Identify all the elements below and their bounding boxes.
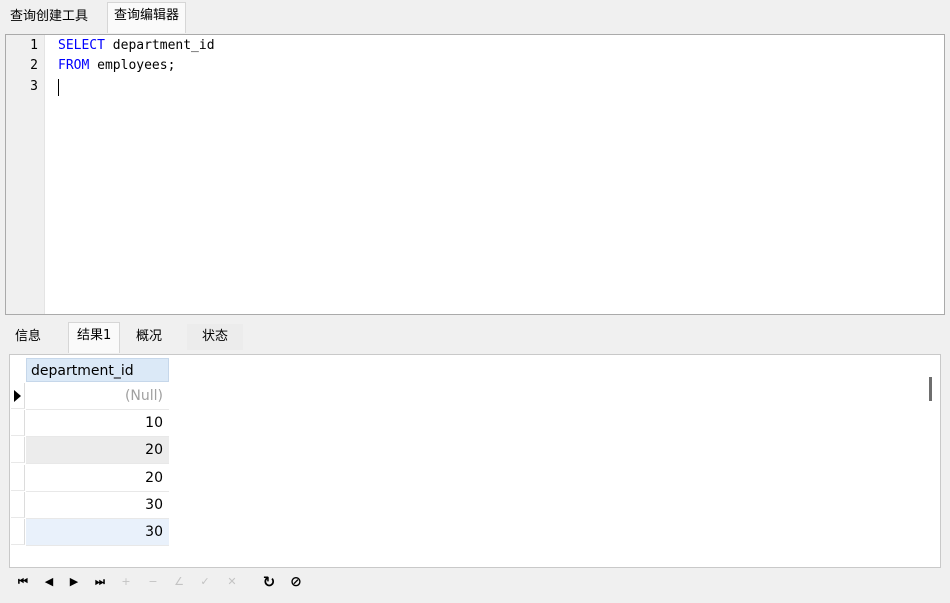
sql-keyword: FROM: [58, 58, 90, 73]
text-caret: [58, 79, 59, 96]
column-header-department-id[interactable]: department_id: [26, 358, 169, 382]
grid-cell[interactable]: 10: [26, 410, 169, 437]
refresh-icon[interactable]: ↻: [259, 572, 279, 592]
tab-info[interactable]: 信息: [7, 324, 49, 350]
edit-record-icon[interactable]: ∠: [169, 572, 189, 592]
next-record-icon[interactable]: ▶: [64, 572, 84, 592]
row-indicator[interactable]: [11, 492, 25, 518]
row-indicator[interactable]: [11, 519, 25, 545]
tab-result-1[interactable]: 结果1: [68, 322, 121, 353]
row-indicator[interactable]: [11, 465, 25, 491]
tab-status[interactable]: 状态: [187, 324, 243, 350]
cancel-icon[interactable]: ✕: [222, 572, 242, 592]
record-navigation-bar: ⏮ ◀ ▶ ⏭ + − ∠ ✓ ✕ ↻ ⊘: [9, 568, 941, 596]
grid-cell[interactable]: 20: [26, 437, 169, 464]
stop-icon[interactable]: ⊘: [286, 572, 306, 592]
sql-text: department_id: [104, 38, 215, 53]
prev-record-icon[interactable]: ◀: [39, 572, 59, 592]
code-line[interactable]: FROM employees;: [58, 58, 175, 73]
row-indicator[interactable]: [11, 437, 25, 463]
code-line[interactable]: SELECT department_id: [58, 38, 215, 53]
grid-cell[interactable]: 20: [26, 465, 169, 492]
line-number: 3: [30, 79, 38, 94]
first-record-icon[interactable]: ⏮: [13, 572, 33, 592]
sql-keyword: SELECT: [58, 38, 105, 53]
line-number: 1: [30, 38, 38, 53]
sql-text: employees;: [89, 58, 176, 73]
sql-editor[interactable]: 1 2 3 SELECT department_id FROM employee…: [5, 34, 945, 315]
line-number-gutter: 1 2 3: [6, 35, 45, 314]
result-grid[interactable]: department_id (Null) 10 20 20 30 30: [9, 354, 941, 568]
top-tab-bar: 查询创建工具 查询编辑器: [0, 0, 950, 33]
row-indicator[interactable]: [11, 383, 25, 409]
tab-overview[interactable]: 概况: [128, 324, 170, 350]
delete-record-icon[interactable]: −: [143, 572, 163, 592]
vertical-scrollbar[interactable]: [929, 377, 932, 401]
last-record-icon[interactable]: ⏭: [90, 572, 110, 592]
grid-cell[interactable]: 30: [26, 519, 169, 546]
add-record-icon[interactable]: +: [116, 572, 136, 592]
apply-icon[interactable]: ✓: [195, 572, 215, 592]
grid-cell[interactable]: (Null): [26, 383, 169, 410]
tab-query-builder[interactable]: 查询创建工具: [4, 4, 94, 30]
grid-cell[interactable]: 30: [26, 492, 169, 519]
line-number: 2: [30, 58, 38, 73]
current-row-arrow-icon: [14, 390, 21, 402]
result-tab-bar: 信息 结果1 概况 状态: [5, 320, 945, 353]
row-indicator[interactable]: [11, 410, 25, 436]
tab-query-editor[interactable]: 查询编辑器: [107, 2, 187, 33]
